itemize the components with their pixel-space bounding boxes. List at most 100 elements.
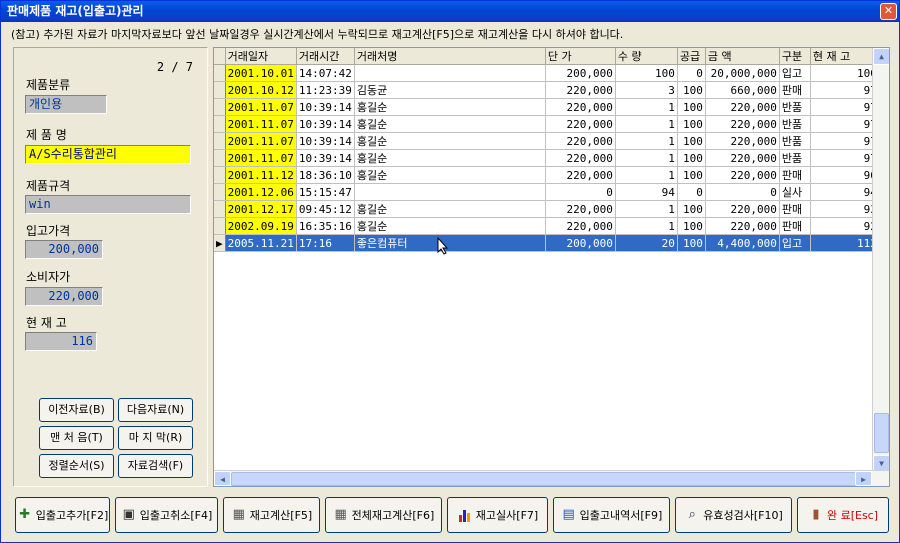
table-cell[interactable]: 100 (677, 234, 706, 252)
table-row[interactable]: 2001.10.01 14:07:42 200,000 100 0 20,000,000 입… (214, 64, 880, 82)
table-cell[interactable]: 2001.10.01 (225, 64, 297, 82)
row-indicator-icon[interactable] (214, 64, 226, 82)
table-cell[interactable]: 0 (705, 183, 780, 201)
column-header[interactable]: 거래일자 (225, 48, 297, 65)
table-cell[interactable]: 1 (615, 132, 678, 150)
table-cell[interactable]: 1 (615, 115, 678, 133)
last-record-button[interactable]: 마 지 막(R) (118, 426, 193, 450)
column-header[interactable]: 수 량 (615, 48, 678, 65)
table-cell[interactable]: 220,000 (705, 200, 780, 218)
column-header[interactable]: 단 가 (545, 48, 616, 65)
table-cell[interactable]: 반품 (779, 115, 811, 133)
table-cell[interactable]: 2001.11.12 (225, 166, 297, 184)
scroll-left-icon[interactable]: ◀ (214, 471, 231, 486)
table-cell[interactable]: 220,000 (705, 217, 780, 235)
table-cell[interactable]: 1 (615, 217, 678, 235)
table-cell[interactable]: 2001.11.07 (225, 98, 297, 116)
table-cell[interactable]: 반품 (779, 98, 811, 116)
table-cell[interactable]: 17:16 (296, 234, 355, 252)
table-cell[interactable]: 3 (615, 81, 678, 99)
column-header[interactable]: 거래처명 (354, 48, 546, 65)
table-cell[interactable]: 220,000 (705, 166, 780, 184)
column-header[interactable]: 현 재 고 (810, 48, 880, 65)
table-cell[interactable]: 홍길순 (354, 217, 546, 235)
table-cell[interactable]: 1 (615, 149, 678, 167)
table-cell[interactable]: 97 (810, 81, 880, 99)
row-indicator-icon[interactable]: ▶ (214, 234, 226, 252)
table-cell[interactable]: 100 (677, 132, 706, 150)
table-cell[interactable]: 10:39:14 (296, 149, 355, 167)
next-record-button[interactable]: 다음자료(N) (118, 398, 193, 422)
table-row[interactable]: 2001.11.07 10:39:14 홍길순 220,000 1 100 220,000 반… (214, 115, 880, 133)
table-cell[interactable]: 2002.09.19 (225, 217, 297, 235)
table-cell[interactable]: 220,000 (705, 98, 780, 116)
table-cell[interactable]: 판매 (779, 200, 811, 218)
row-indicator-icon[interactable] (214, 98, 226, 116)
table-row[interactable]: 2001.11.07 10:39:14 홍길순 220,000 1 100 220,000 반… (214, 132, 880, 150)
table-cell[interactable]: 10:39:14 (296, 98, 355, 116)
table-cell[interactable]: 판매 (779, 81, 811, 99)
table-cell[interactable]: 100 (810, 64, 880, 82)
table-row[interactable]: 2001.11.07 10:39:14 홍길순 220,000 1 100 220,000 반… (214, 149, 880, 167)
table-cell[interactable]: 판매 (779, 166, 811, 184)
table-cell[interactable]: 홍길순 (354, 149, 546, 167)
table-cell[interactable]: 좋은컴퓨터 (354, 234, 546, 252)
table-cell[interactable]: 100 (677, 200, 706, 218)
close-button[interactable]: ✕ (880, 3, 897, 20)
table-cell[interactable]: 18:36:10 (296, 166, 355, 184)
table-row[interactable]: 2001.12.17 09:45:12 홍길순 220,000 1 100 220,000 판… (214, 200, 880, 218)
table-row[interactable]: 2001.11.12 18:36:10 홍길순 220,000 1 100 220,000 판… (214, 166, 880, 184)
table-cell[interactable]: 100 (677, 115, 706, 133)
table-cell[interactable]: 반품 (779, 132, 811, 150)
stock-calc-button[interactable]: ▦ 재고계산[F5] (223, 497, 320, 533)
add-transaction-button[interactable]: ✚ 입출고추가[F2] (15, 497, 110, 533)
table-cell[interactable] (354, 64, 546, 82)
table-cell[interactable]: 100 (677, 149, 706, 167)
table-cell[interactable]: 2001.11.07 (225, 115, 297, 133)
table-cell[interactable]: 4,400,000 (705, 234, 780, 252)
product-name-field[interactable]: A/S수리통합관리 (25, 145, 191, 164)
table-row[interactable]: 2001.10.12 11:23:39 김동균 220,000 3 100 660,000 판… (214, 81, 880, 99)
table-cell[interactable]: 96 (810, 166, 880, 184)
table-cell[interactable]: 97 (810, 115, 880, 133)
table-cell[interactable]: 15:15:47 (296, 183, 355, 201)
table-cell[interactable]: 09:45:12 (296, 200, 355, 218)
table-cell[interactable]: 1 (615, 166, 678, 184)
table-cell[interactable]: 92 (810, 217, 880, 235)
table-cell[interactable]: 판매 (779, 217, 811, 235)
table-cell[interactable]: 112 (810, 234, 880, 252)
table-cell[interactable]: 94 (810, 183, 880, 201)
table-cell[interactable]: 200,000 (545, 234, 616, 252)
table-cell[interactable]: 1 (615, 98, 678, 116)
table-cell[interactable]: 220,000 (545, 217, 616, 235)
row-indicator-icon[interactable] (214, 132, 226, 150)
table-cell[interactable]: 220,000 (705, 149, 780, 167)
table-cell[interactable]: 220,000 (545, 132, 616, 150)
row-indicator-icon[interactable] (214, 81, 226, 99)
table-cell[interactable]: 2001.11.07 (225, 132, 297, 150)
table-cell[interactable]: 660,000 (705, 81, 780, 99)
first-record-button[interactable]: 맨 처 음(T) (39, 426, 114, 450)
table-cell[interactable]: 0 (545, 183, 616, 201)
table-cell[interactable]: 97 (810, 149, 880, 167)
table-cell[interactable]: 16:35:16 (296, 217, 355, 235)
table-cell[interactable]: 홍길순 (354, 132, 546, 150)
table-cell[interactable]: 실사 (779, 183, 811, 201)
row-indicator-icon[interactable] (214, 217, 226, 235)
table-cell[interactable] (354, 183, 546, 201)
table-cell[interactable]: 20 (615, 234, 678, 252)
table-cell[interactable]: 100 (677, 217, 706, 235)
horizontal-scrollbar[interactable]: ◀ ▶ (214, 470, 889, 486)
table-cell[interactable]: 220,000 (545, 98, 616, 116)
table-cell[interactable]: 220,000 (545, 115, 616, 133)
table-row[interactable]: 2001.11.07 10:39:14 홍길순 220,000 1 100 220,000 반… (214, 98, 880, 116)
table-cell[interactable]: 100 (615, 64, 678, 82)
table-cell[interactable]: 11:23:39 (296, 81, 355, 99)
table-cell[interactable]: 220,000 (545, 200, 616, 218)
table-cell[interactable]: 입고 (779, 64, 811, 82)
sort-order-button[interactable]: 정렬순서(S) (39, 454, 114, 478)
table-cell[interactable]: 14:07:42 (296, 64, 355, 82)
search-record-button[interactable]: 자료검색(F) (118, 454, 193, 478)
row-indicator-icon[interactable] (214, 183, 226, 201)
table-cell[interactable]: 100 (677, 166, 706, 184)
